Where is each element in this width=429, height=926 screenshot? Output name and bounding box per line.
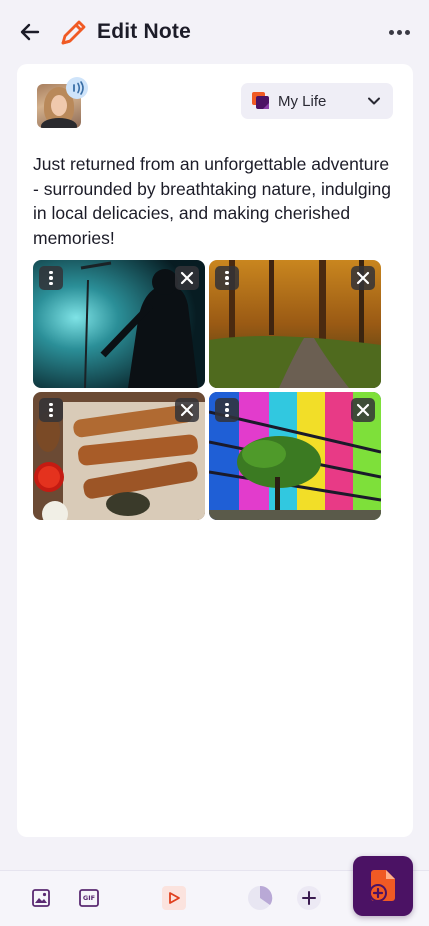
more-vertical-icon xyxy=(49,402,53,407)
plus-icon xyxy=(297,886,321,910)
voice-wave-icon xyxy=(73,81,84,95)
close-icon xyxy=(356,271,370,285)
app-header: Edit Note xyxy=(0,0,429,64)
attachment-menu-button[interactable] xyxy=(215,398,239,422)
insert-image-button[interactable] xyxy=(28,885,54,911)
attachment-menu-button[interactable] xyxy=(39,398,63,422)
progress-button[interactable] xyxy=(247,885,273,911)
insert-video-button[interactable] xyxy=(161,885,187,911)
attachment-food-photo[interactable] xyxy=(33,392,205,520)
pie-chart-icon xyxy=(248,885,273,910)
remove-attachment-button[interactable] xyxy=(175,266,199,290)
folder-notes-icon xyxy=(252,92,269,109)
folder-dropdown[interactable]: My Life xyxy=(241,83,393,119)
folder-label: My Life xyxy=(278,92,327,110)
more-vertical-icon xyxy=(225,270,229,275)
more-options-button[interactable] xyxy=(384,20,414,44)
play-icon xyxy=(162,886,186,910)
attachment-menu-button[interactable] xyxy=(215,266,239,290)
remove-attachment-button[interactable] xyxy=(351,398,375,422)
close-icon xyxy=(356,403,370,417)
attachment-building-photo[interactable] xyxy=(209,392,381,520)
image-icon xyxy=(32,889,50,907)
attachment-grid xyxy=(33,260,381,520)
pencil-icon xyxy=(61,20,86,45)
back-button[interactable] xyxy=(16,18,44,46)
attachment-concert-photo[interactable] xyxy=(33,260,205,388)
gif-label: GIF xyxy=(82,894,96,902)
arrow-left-icon xyxy=(20,23,40,41)
more-vertical-icon xyxy=(49,270,53,275)
voice-badge[interactable] xyxy=(66,77,88,99)
close-icon xyxy=(180,403,194,417)
attachment-forest-photo[interactable] xyxy=(209,260,381,388)
attachment-menu-button[interactable] xyxy=(39,266,63,290)
more-horizontal-icon xyxy=(388,29,394,35)
insert-gif-button[interactable]: GIF xyxy=(76,885,102,911)
add-button[interactable] xyxy=(296,885,322,911)
note-body[interactable]: Just returned from an unforgettable adve… xyxy=(33,152,393,250)
note-card: My Life Just returned from an unforgetta… xyxy=(17,64,413,837)
author[interactable] xyxy=(37,77,93,134)
add-note-icon xyxy=(369,870,395,902)
remove-attachment-button[interactable] xyxy=(175,398,199,422)
create-note-fab[interactable] xyxy=(353,856,413,916)
chevron-down-icon xyxy=(368,97,380,105)
remove-attachment-button[interactable] xyxy=(351,266,375,290)
more-vertical-icon xyxy=(225,402,229,407)
page-title: Edit Note xyxy=(97,20,191,43)
close-icon xyxy=(180,271,194,285)
